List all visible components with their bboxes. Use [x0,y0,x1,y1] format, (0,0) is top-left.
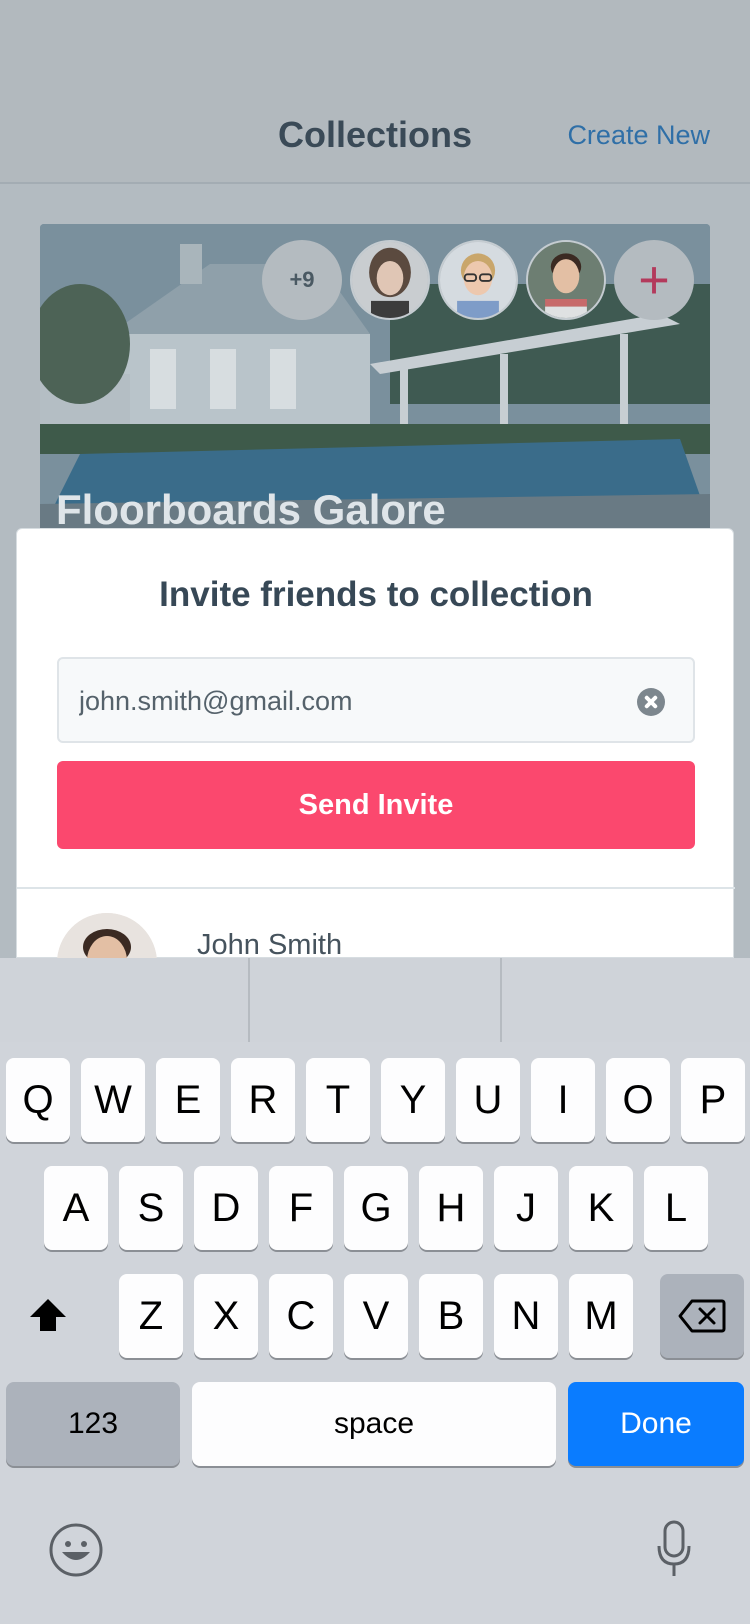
clear-icon[interactable] [637,688,665,716]
key-b[interactable]: B [419,1274,483,1358]
plus-icon: + [638,250,670,310]
dictation-button[interactable] [656,1520,692,1585]
key-a[interactable]: A [44,1166,108,1250]
key-p[interactable]: P [681,1058,745,1142]
shift-icon [30,1299,66,1331]
list-item[interactable]: John Smith [57,913,697,1013]
key-k[interactable]: K [569,1166,633,1250]
add-member-button[interactable]: + [614,240,694,320]
divider [248,958,250,1042]
emoji-button[interactable] [48,1522,104,1583]
key-x[interactable]: X [194,1274,258,1358]
space-key[interactable]: space [192,1382,556,1466]
key-i[interactable]: I [531,1058,595,1142]
key-w[interactable]: W [81,1058,145,1142]
key-v[interactable]: V [344,1274,408,1358]
member-avatar[interactable] [438,240,518,320]
person-avatar-icon [352,242,428,318]
key-u[interactable]: U [456,1058,520,1142]
key-h[interactable]: H [419,1166,483,1250]
member-avatars: +9 + [262,240,694,320]
key-y[interactable]: Y [381,1058,445,1142]
key-n[interactable]: N [494,1274,558,1358]
collection-title: Floorboards Galore [56,486,446,533]
key-l[interactable]: L [644,1166,708,1250]
key-t[interactable]: T [306,1058,370,1142]
key-r[interactable]: R [231,1058,295,1142]
key-d[interactable]: D [194,1166,258,1250]
email-field[interactable] [57,657,695,743]
numbers-key[interactable]: 123 [6,1382,180,1466]
member-avatar[interactable] [350,240,430,320]
key-z[interactable]: Z [119,1274,183,1358]
emoji-icon [49,1523,103,1577]
nav-header: Collections Create New [0,0,750,184]
microphone-icon [657,1520,691,1576]
backspace-icon [678,1299,726,1333]
suggestion-bar[interactable] [0,958,750,1042]
key-e[interactable]: E [156,1058,220,1142]
key-c[interactable]: C [269,1274,333,1358]
key-f[interactable]: F [269,1166,333,1250]
key-j[interactable]: J [494,1166,558,1250]
key-s[interactable]: S [119,1166,183,1250]
on-screen-keyboard: Q W E R T Y U I O P A S D F G H J K L Z … [0,958,750,1624]
key-g[interactable]: G [344,1166,408,1250]
backspace-key[interactable] [660,1274,744,1358]
shift-key[interactable] [6,1274,90,1358]
key-q[interactable]: Q [6,1058,70,1142]
person-avatar-icon [528,242,604,318]
invite-modal: Invite friends to collection Send Invite… [16,528,735,1013]
create-new-link[interactable]: Create New [567,120,710,151]
done-key[interactable]: Done [568,1382,744,1466]
send-invite-button[interactable]: Send Invite [57,761,695,849]
key-o[interactable]: O [606,1058,670,1142]
member-avatar[interactable] [526,240,606,320]
member-overflow-count[interactable]: +9 [262,240,342,320]
modal-title: Invite friends to collection [159,575,593,614]
person-avatar-icon [440,242,516,318]
divider [500,958,502,1042]
email-input[interactable] [79,679,619,723]
key-m[interactable]: M [569,1274,633,1358]
divider [17,887,735,889]
